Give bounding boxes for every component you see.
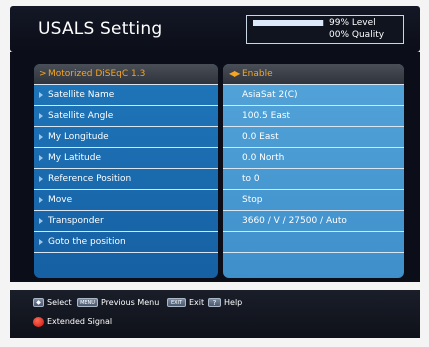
quality-label: Quality [351, 30, 385, 40]
value-move[interactable]: Stop [223, 190, 404, 211]
red-button-icon [33, 317, 44, 327]
left-right-arrows-icon: ◀▶ [229, 69, 240, 78]
menu-row-label: My Latitude [48, 153, 101, 163]
menu-row-transponder[interactable]: Transponder [34, 211, 218, 232]
menu-row-my-longitude[interactable]: My Longitude [34, 127, 218, 148]
menu-row-value: 3660 / V / 27500 / Auto [242, 216, 347, 226]
help-key-icon: ? [208, 298, 221, 307]
screen: USALS Setting 99% Level 00% Quality > Mo… [0, 0, 429, 347]
menu-row-value: Stop [242, 195, 263, 205]
level-bar-fill [253, 20, 324, 26]
previous-menu-hint: Previous Menu [101, 298, 160, 307]
help-bar: ◆ Select MENU Previous Menu EXIT Exit ? … [10, 290, 420, 338]
menu-row-value: 0.0 East [242, 132, 279, 142]
menu-row-label: Move [48, 195, 73, 205]
help-hint: Help [224, 298, 243, 307]
menu-row-label: My Longitude [48, 132, 109, 142]
menu-key-icon: MENU [77, 298, 98, 307]
menu-row-move[interactable]: Move [34, 190, 218, 211]
menu-row-goto-position[interactable]: Goto the position [34, 232, 218, 253]
menu-row-label: Reference Position [48, 174, 132, 184]
exit-key-icon: EXIT [167, 298, 186, 307]
extended-signal-hint: Extended Signal [47, 317, 113, 326]
value-my-latitude[interactable]: 0.0 North [223, 148, 404, 169]
header-bar: USALS Setting 99% Level 00% Quality [10, 6, 420, 52]
value-satellite-name[interactable]: AsiaSat 2(C) [223, 85, 404, 106]
menu-row-value: Enable [242, 69, 273, 79]
value-reference-position[interactable]: to 0 [223, 169, 404, 190]
page-title: USALS Setting [38, 19, 163, 39]
menu-row-satellite-name[interactable]: Satellite Name [34, 85, 218, 106]
select-hint: Select [47, 298, 72, 307]
row-arrow-icon [39, 218, 43, 224]
value-transponder[interactable]: 3660 / V / 27500 / Auto [223, 211, 404, 232]
row-arrow-icon [39, 113, 43, 119]
value-motorized-diseqc[interactable]: ◀▶ Enable [223, 64, 404, 85]
menu-row-label: Satellite Name [48, 90, 115, 100]
menu-row-label: Motorized DiSEqC 1.3 [48, 69, 146, 79]
value-my-longitude[interactable]: 0.0 East [223, 127, 404, 148]
menu-row-satellite-angle[interactable]: Satellite Angle [34, 106, 218, 127]
quality-readout: 00% Quality [329, 30, 384, 40]
ok-key-icon: ◆ [33, 298, 44, 307]
menu-row-motorized-diseqc[interactable]: > Motorized DiSEqC 1.3 [34, 64, 218, 85]
menu-row-value: AsiaSat 2(C) [242, 90, 298, 100]
signal-indicator: 99% Level 00% Quality [246, 15, 404, 44]
menu-row-label: Transponder [48, 216, 104, 226]
level-readout: 99% Level [329, 18, 376, 28]
settings-value-panel: ◀▶ Enable AsiaSat 2(C) 100.5 East 0.0 Ea… [223, 64, 404, 278]
menu-row-label: Goto the position [48, 237, 126, 247]
row-arrow-icon [39, 92, 43, 98]
quality-bar [253, 32, 324, 38]
menu-row-value: 0.0 North [242, 153, 285, 163]
quality-percent: 00% [329, 30, 350, 40]
row-arrow-icon [39, 197, 43, 203]
level-percent: 99% [329, 18, 350, 28]
exit-hint: Exit [189, 298, 205, 307]
menu-row-label: Satellite Angle [48, 111, 114, 121]
menu-row-value: to 0 [242, 174, 260, 184]
value-satellite-angle[interactable]: 100.5 East [223, 106, 404, 127]
row-arrow-icon [39, 176, 43, 182]
value-goto-position[interactable] [223, 232, 404, 253]
row-arrow-icon [39, 239, 43, 245]
menu-row-value: 100.5 East [242, 111, 291, 121]
level-bar [253, 20, 324, 26]
level-label: Level [351, 18, 376, 28]
row-arrow-icon [39, 155, 43, 161]
settings-label-panel: > Motorized DiSEqC 1.3 Satellite Name Sa… [34, 64, 218, 278]
selected-chevron-icon: > [39, 69, 47, 79]
row-arrow-icon [39, 134, 43, 140]
menu-row-my-latitude[interactable]: My Latitude [34, 148, 218, 169]
menu-row-reference-position[interactable]: Reference Position [34, 169, 218, 190]
